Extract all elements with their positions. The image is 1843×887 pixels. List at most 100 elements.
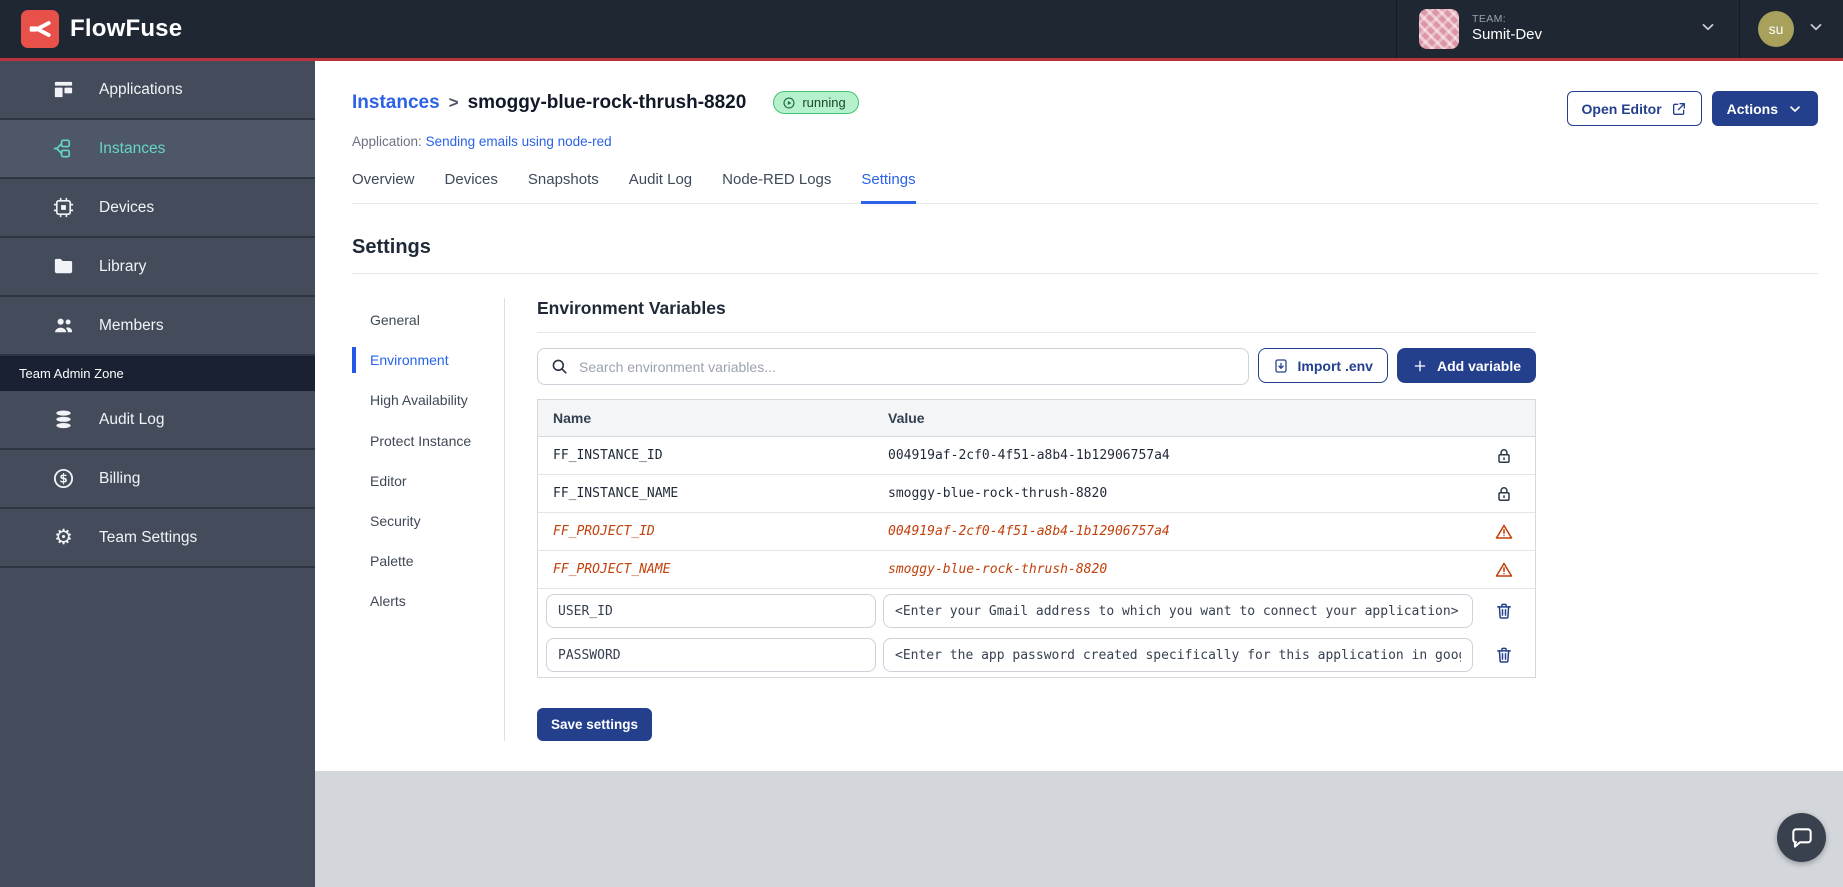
- save-settings-button[interactable]: Save settings: [537, 708, 653, 741]
- user-menu[interactable]: su: [1739, 0, 1843, 58]
- tab-snapshots[interactable]: Snapshots: [528, 171, 599, 204]
- breadcrumb-instances-link[interactable]: Instances: [352, 92, 440, 114]
- application-label: Application:: [352, 134, 422, 149]
- row-action: [1473, 484, 1535, 504]
- settings-nav-palette[interactable]: Palette: [352, 541, 504, 581]
- sidebar-item-team-settings[interactable]: ⚙ Team Settings: [0, 509, 315, 568]
- gear-icon: ⚙: [54, 526, 73, 549]
- sidebar-item-label: Library: [99, 257, 147, 275]
- table-row: [538, 589, 1535, 633]
- env-var-value: smoggy-blue-rock-thrush-8820: [888, 486, 1108, 501]
- sidebar-item-devices[interactable]: Devices: [0, 179, 315, 238]
- chevron-down-icon: [1790, 105, 1800, 112]
- env-var-value: 004919af-2cf0-4f51-a8b4-1b12906757a4: [888, 448, 1170, 463]
- trash-icon: [1497, 647, 1511, 663]
- actions-button[interactable]: Actions: [1711, 91, 1818, 126]
- plus-icon: [1414, 360, 1426, 371]
- top-navbar: FlowFuse TEAM: Sumit-Dev su: [0, 0, 1843, 58]
- applications-icon: [54, 81, 73, 98]
- table-row: FF_INSTANCE_NAME smoggy-blue-rock-thrush…: [538, 475, 1535, 513]
- open-editor-label: Open Editor: [1581, 100, 1662, 117]
- settings-nav-environment[interactable]: Environment: [352, 340, 504, 380]
- team-admin-zone-label: Team Admin Zone: [0, 356, 315, 391]
- env-var-name-input[interactable]: [546, 594, 876, 628]
- topbar-right: TEAM: Sumit-Dev su: [1396, 0, 1843, 58]
- team-avatar: [1419, 9, 1459, 49]
- row-action: [1473, 560, 1535, 580]
- members-icon: [55, 318, 73, 333]
- team-selector[interactable]: TEAM: Sumit-Dev: [1396, 0, 1739, 58]
- settings-nav: General Environment High Availability Pr…: [352, 298, 505, 741]
- page-header: Instances > smoggy-blue-rock-thrush-8820…: [315, 61, 1843, 204]
- svg-text:$: $: [59, 472, 67, 486]
- table-header: Name Value: [538, 400, 1535, 437]
- tab-overview[interactable]: Overview: [352, 171, 415, 204]
- tab-node-red-logs[interactable]: Node-RED Logs: [722, 171, 831, 204]
- chevron-down-icon: [1807, 18, 1825, 41]
- team-label: TEAM:: [1472, 13, 1507, 26]
- env-var-name: FF_INSTANCE_ID: [553, 448, 663, 463]
- team-name: Sumit-Dev: [1472, 26, 1543, 44]
- sidebar-item-library[interactable]: Library: [0, 238, 315, 297]
- settings-nav-editor[interactable]: Editor: [352, 461, 504, 501]
- running-play-icon: [783, 96, 795, 109]
- sidebar-item-label: Team Settings: [99, 528, 198, 546]
- settings-content: Settings General Environment High Availa…: [315, 204, 1843, 771]
- application-link[interactable]: Sending emails using node-red: [426, 134, 612, 149]
- table-row: [538, 633, 1535, 677]
- main-content: Instances > smoggy-blue-rock-thrush-8820…: [315, 61, 1843, 887]
- lock-icon: [1498, 486, 1510, 501]
- row-action[interactable]: [1473, 601, 1535, 621]
- env-var-value-input[interactable]: [883, 638, 1473, 672]
- row-action[interactable]: [1473, 645, 1535, 665]
- audit-log-icon: [56, 410, 71, 429]
- column-header-name: Name: [553, 410, 592, 426]
- instance-tabs: Overview Devices Snapshots Audit Log Nod…: [352, 171, 1818, 204]
- sidebar-item-label: Billing: [99, 469, 141, 487]
- sidebar-item-billing[interactable]: $ Billing: [0, 450, 315, 509]
- sidebar-item-label: Members: [99, 316, 164, 334]
- sidebar-item-instances[interactable]: Instances: [0, 120, 315, 179]
- import-env-label: Import .env: [1297, 357, 1373, 374]
- open-editor-button[interactable]: Open Editor: [1566, 91, 1702, 126]
- flowfuse-logo-icon: [21, 10, 59, 48]
- actions-label: Actions: [1726, 100, 1778, 117]
- settings-nav-protect-instance[interactable]: Protect Instance: [352, 421, 504, 461]
- tab-audit-log[interactable]: Audit Log: [629, 171, 692, 204]
- row-action: [1473, 522, 1535, 542]
- sidebar-item-label: Instances: [99, 139, 166, 157]
- status-badge-label: running: [802, 95, 846, 110]
- search-box: [537, 348, 1249, 385]
- settings-nav-high-availability[interactable]: High Availability: [352, 380, 504, 420]
- env-var-value-input[interactable]: [883, 594, 1473, 628]
- warning-icon: [1495, 524, 1513, 539]
- add-variable-label: Add variable: [1436, 357, 1521, 374]
- status-badge: running: [773, 91, 859, 114]
- import-document-icon: [1274, 358, 1287, 373]
- column-header-value: Value: [888, 410, 925, 426]
- search-input[interactable]: [579, 358, 1236, 375]
- breadcrumb-separator: >: [448, 92, 459, 112]
- flowfuse-logo[interactable]: FlowFuse: [0, 10, 182, 48]
- chat-widget-button[interactable]: [1777, 813, 1826, 862]
- settings-nav-general[interactable]: General: [352, 300, 504, 340]
- tab-devices[interactable]: Devices: [445, 171, 498, 204]
- env-var-name: FF_PROJECT_NAME: [553, 562, 671, 577]
- table-row: FF_PROJECT_NAME smoggy-blue-rock-thrush-…: [538, 551, 1535, 589]
- instance-name: smoggy-blue-rock-thrush-8820: [467, 91, 747, 113]
- sidebar-item-applications[interactable]: Applications: [0, 61, 315, 120]
- import-env-button[interactable]: Import .env: [1257, 348, 1388, 383]
- page-title: Settings: [352, 236, 431, 258]
- settings-nav-security[interactable]: Security: [352, 501, 504, 541]
- chevron-down-icon: [1699, 18, 1717, 41]
- add-variable-button[interactable]: Add variable: [1396, 348, 1536, 383]
- sidebar-item-members[interactable]: Members: [0, 297, 315, 356]
- env-var-name-input[interactable]: [546, 638, 876, 672]
- library-icon: [54, 258, 73, 274]
- section-title: Environment Variables: [537, 298, 1536, 333]
- sidebar-item-audit-log[interactable]: Audit Log: [0, 391, 315, 450]
- trash-icon: [1497, 603, 1511, 619]
- sidebar-item-label: Devices: [99, 198, 155, 216]
- tab-settings[interactable]: Settings: [861, 171, 916, 204]
- settings-nav-alerts[interactable]: Alerts: [352, 581, 504, 621]
